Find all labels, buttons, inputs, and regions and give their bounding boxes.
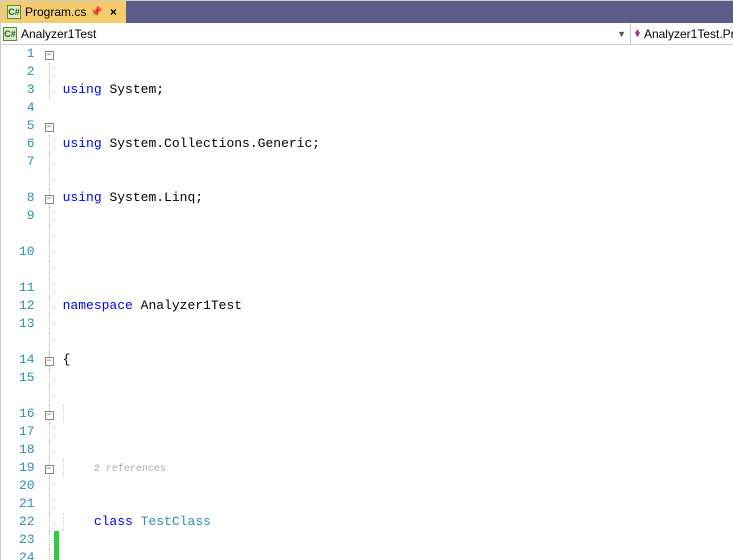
chevron-down-icon[interactable]: ▼ (617, 29, 626, 39)
nav-scope-dropdown[interactable]: C# Analyzer1Test ▼ (1, 23, 631, 44)
close-icon[interactable]: × (107, 5, 120, 19)
csharp-file-icon: C# (7, 5, 21, 19)
fold-toggle[interactable]: − (45, 195, 54, 204)
nav-scope-label: Analyzer1Test (21, 27, 96, 41)
fold-toggle[interactable]: − (45, 123, 54, 132)
class-icon: ⬧ (635, 27, 640, 40)
tab-bar: C# Program.cs 📌 × (1, 1, 733, 23)
navigation-bar: C# Analyzer1Test ▼ ⬧ Analyzer1Test.Prog (1, 23, 733, 45)
fold-gutter: − − − − − − (45, 45, 54, 560)
fold-toggle[interactable]: − (45, 411, 54, 420)
fold-toggle[interactable]: − (45, 51, 54, 60)
code-editor[interactable]: 1234 567 89 10 111213 1415 16171819 2021… (1, 45, 733, 560)
tab-title: Program.cs (25, 5, 86, 19)
fold-toggle[interactable]: − (45, 465, 54, 474)
file-tab[interactable]: C# Program.cs 📌 × (1, 1, 126, 23)
fold-toggle[interactable]: − (45, 357, 54, 366)
code-area[interactable]: using System; using System.Collections.G… (59, 45, 733, 560)
nav-member-label: Analyzer1Test.Prog (644, 27, 733, 41)
csharp-icon: C# (3, 27, 17, 41)
nav-member-dropdown[interactable]: ⬧ Analyzer1Test.Prog (631, 23, 733, 44)
pin-icon[interactable]: 📌 (90, 7, 102, 18)
line-number-gutter: 1234 567 89 10 111213 1415 16171819 2021… (1, 45, 45, 560)
